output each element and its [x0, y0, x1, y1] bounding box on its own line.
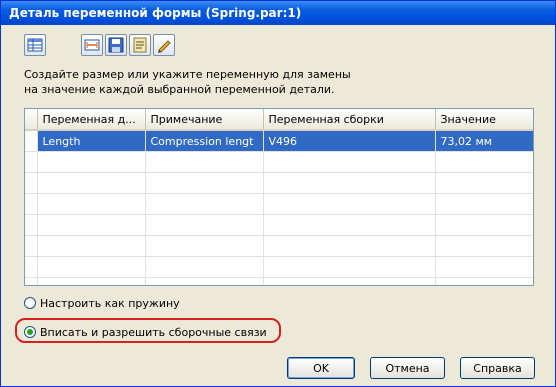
empty-cell[interactable] — [435, 151, 533, 173]
column-header-part-variable[interactable]: Переменная д... — [37, 109, 146, 131]
spring-option-label: Настроить как пружину — [40, 296, 180, 310]
empty-cell[interactable] — [145, 151, 264, 173]
edit-pencil-icon — [158, 40, 171, 53]
cell-part-variable[interactable]: Length — [37, 130, 146, 152]
table-row[interactable] — [25, 256, 533, 278]
grid-select-icon — [27, 38, 43, 52]
empty-cell[interactable] — [145, 214, 264, 236]
empty-cell[interactable] — [145, 235, 264, 257]
row-header[interactable] — [25, 151, 38, 173]
empty-cell[interactable] — [37, 214, 146, 236]
cancel-button[interactable]: Отмена — [370, 357, 445, 379]
column-header-value[interactable]: Значение — [435, 109, 533, 131]
row-header[interactable] — [25, 235, 38, 257]
cell-note[interactable]: Compression lengt — [145, 130, 264, 152]
empty-cell[interactable] — [263, 193, 436, 215]
empty-cell[interactable] — [145, 256, 264, 278]
grid-select-button[interactable] — [24, 34, 46, 56]
column-header-note[interactable]: Примечание — [145, 109, 264, 131]
empty-cell[interactable] — [435, 277, 533, 285]
table-row[interactable]: Length Compression lengt V496 73,02 мм — [25, 130, 533, 152]
instruction-line-2: на значение каждой выбранной переменной … — [24, 83, 335, 96]
empty-cell[interactable] — [37, 277, 146, 285]
variable-table-button[interactable] — [129, 34, 151, 56]
empty-cell[interactable] — [37, 235, 146, 257]
empty-cell[interactable] — [263, 256, 436, 278]
table-row[interactable] — [25, 193, 533, 215]
table-row[interactable] — [25, 235, 533, 257]
insert-dimension-button[interactable] — [81, 34, 103, 56]
cell-assembly-variable[interactable]: V496 — [263, 130, 436, 152]
empty-cell[interactable] — [263, 277, 436, 285]
empty-cell[interactable] — [37, 151, 146, 173]
empty-cell[interactable] — [145, 277, 264, 285]
row-header[interactable] — [25, 214, 38, 236]
edit-button[interactable] — [153, 34, 175, 56]
instruction-text: Создайте размер или укажите переменную д… — [24, 67, 494, 97]
grid-corner — [25, 109, 38, 131]
spring-radio[interactable] — [24, 297, 36, 309]
ok-button[interactable]: OK — [287, 357, 355, 379]
column-header-assembly-variable[interactable]: Переменная сборки — [263, 109, 436, 131]
save-icon — [108, 37, 124, 53]
title-bar[interactable]: Деталь переменной формы (Spring.par:1) — [1, 1, 555, 25]
table-row[interactable] — [25, 151, 533, 173]
help-button[interactable]: Справка — [460, 357, 535, 379]
empty-cell[interactable] — [145, 193, 264, 215]
instruction-line-1: Создайте размер или укажите переменную д… — [24, 68, 351, 81]
variables-grid[interactable]: Переменная д... Примечание Переменная сб… — [24, 108, 534, 286]
row-header[interactable] — [25, 193, 38, 215]
grid-header-row: Переменная д... Примечание Переменная сб… — [25, 109, 533, 131]
empty-cell[interactable] — [37, 193, 146, 215]
empty-cell[interactable] — [263, 214, 436, 236]
empty-cell[interactable] — [435, 193, 533, 215]
empty-cell[interactable] — [435, 235, 533, 257]
highlight-frame — [15, 318, 281, 343]
empty-cell[interactable] — [37, 172, 146, 194]
row-header[interactable] — [25, 130, 38, 152]
empty-cell[interactable] — [435, 172, 533, 194]
table-row[interactable] — [25, 214, 533, 236]
row-header[interactable] — [25, 256, 38, 278]
dialog-window: Деталь переменной формы (Spring.par:1) С… — [0, 0, 556, 387]
table-row[interactable] — [25, 172, 533, 194]
empty-cell[interactable] — [435, 256, 533, 278]
row-header[interactable] — [25, 277, 38, 285]
empty-cell[interactable] — [435, 214, 533, 236]
empty-cell[interactable] — [263, 235, 436, 257]
cell-value[interactable]: 73,02 мм — [435, 130, 533, 152]
row-header[interactable] — [25, 172, 38, 194]
empty-cell[interactable] — [263, 151, 436, 173]
window-title: Деталь переменной формы (Spring.par:1) — [9, 6, 302, 20]
insert-dimension-icon — [84, 39, 100, 51]
save-button[interactable] — [105, 34, 127, 56]
empty-cell[interactable] — [145, 172, 264, 194]
table-row[interactable] — [25, 277, 533, 285]
empty-cell[interactable] — [263, 172, 436, 194]
option-spring[interactable]: Настроить как пружину — [24, 294, 180, 312]
variable-table-icon — [133, 37, 147, 53]
empty-cell[interactable] — [37, 256, 146, 278]
